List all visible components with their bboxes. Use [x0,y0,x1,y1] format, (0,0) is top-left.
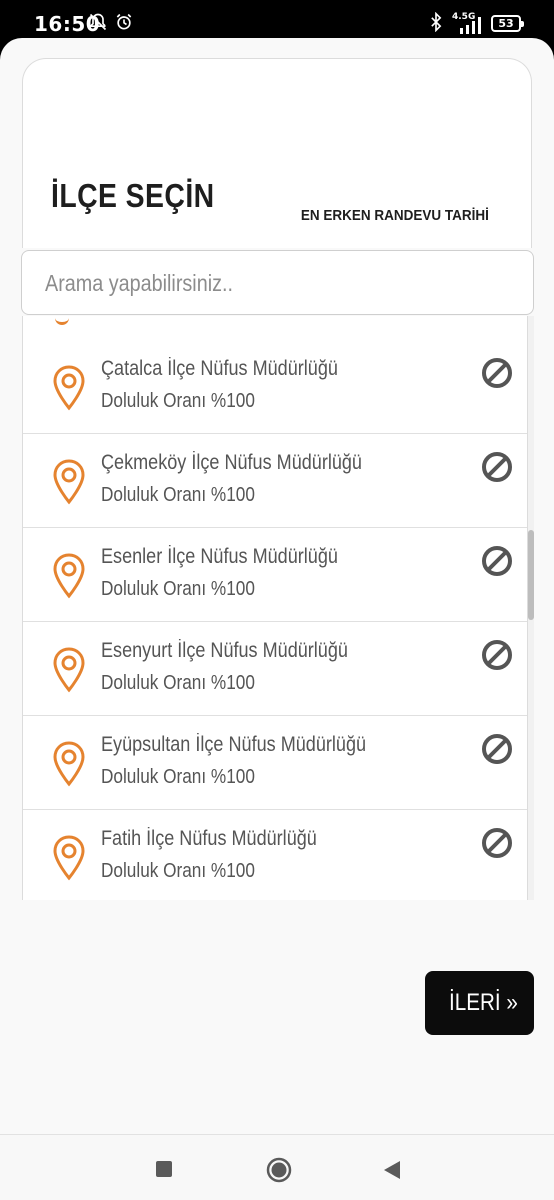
location-pin-icon [53,459,85,505]
occupancy-rate: Doluluk Oranı %100 [101,766,255,788]
office-name: Eyüpsultan İlçe Nüfus Müdürlüğü [101,733,367,756]
earliest-date-label: EN ERKEN RANDEVU TARİHİ [300,207,489,224]
location-pin-icon [55,316,69,325]
occupancy-rate: Doluluk Oranı %100 [101,484,255,506]
office-name: Çatalca İlçe Nüfus Müdürlüğü [101,357,338,380]
unavailable-icon [482,452,512,482]
next-button-label: İLERİ » [449,989,518,1016]
system-nav-bar [0,1134,554,1200]
list-scrollbar[interactable] [528,316,534,900]
list-item[interactable]: Çatalca İlçe Nüfus Müdürlüğü Doluluk Ora… [23,340,527,434]
district-list[interactable]: Çatalca İlçe Nüfus Müdürlüğü Doluluk Ora… [22,316,528,900]
alarm-icon [116,13,132,30]
signal-icon [460,17,481,34]
search-input[interactable]: Arama yapabilirsiniz.. [21,250,534,315]
unavailable-icon [482,546,512,576]
location-pin-icon [53,835,85,881]
unavailable-icon [482,358,512,388]
list-item[interactable]: Çekmeköy İlçe Nüfus Müdürlüğü Doluluk Or… [23,434,527,528]
list-item[interactable]: Esenler İlçe Nüfus Müdürlüğü Doluluk Ora… [23,528,527,622]
district-selection-sheet: İLÇE SEÇİN EN ERKEN RANDEVU TARİHİ Arama… [0,38,554,1134]
page-title: İLÇE SEÇİN [51,177,215,214]
header-card: İLÇE SEÇİN EN ERKEN RANDEVU TARİHİ [22,58,532,248]
list-item[interactable]: Eyüpsultan İlçe Nüfus Müdürlüğü Doluluk … [23,716,527,810]
occupancy-rate: Doluluk Oranı %100 [101,860,255,882]
scrollbar-thumb[interactable] [528,530,534,620]
recents-icon[interactable] [156,1161,172,1177]
office-name: Fatih İlçe Nüfus Müdürlüğü [101,827,317,850]
unavailable-icon [482,828,512,858]
office-name: Esenler İlçe Nüfus Müdürlüğü [101,545,338,568]
list-item[interactable]: Esenyurt İlçe Nüfus Müdürlüğü Doluluk Or… [23,622,527,716]
location-pin-icon [53,741,85,787]
notifications-off-icon [89,13,107,31]
location-pin-icon [53,647,85,693]
back-icon[interactable] [382,1159,402,1181]
occupancy-rate: Doluluk Oranı %100 [101,672,255,694]
occupancy-rate: Doluluk Oranı %100 [101,390,255,412]
list-item[interactable]: Fatih İlçe Nüfus Müdürlüğü Doluluk Oranı… [23,810,527,900]
office-name: Esenyurt İlçe Nüfus Müdürlüğü [101,639,348,662]
location-pin-icon [53,365,85,411]
battery-icon: 53 [491,15,524,32]
occupancy-rate: Doluluk Oranı %100 [101,578,255,600]
office-name: Çekmeköy İlçe Nüfus Müdürlüğü [101,451,362,474]
list-item-partial[interactable] [23,316,527,341]
bluetooth-icon [431,12,442,32]
next-button[interactable]: İLERİ » [425,971,534,1035]
search-placeholder: Arama yapabilirsiniz.. [45,270,233,296]
home-icon[interactable] [266,1157,292,1183]
location-pin-icon [53,553,85,599]
unavailable-icon [482,734,512,764]
unavailable-icon [482,640,512,670]
